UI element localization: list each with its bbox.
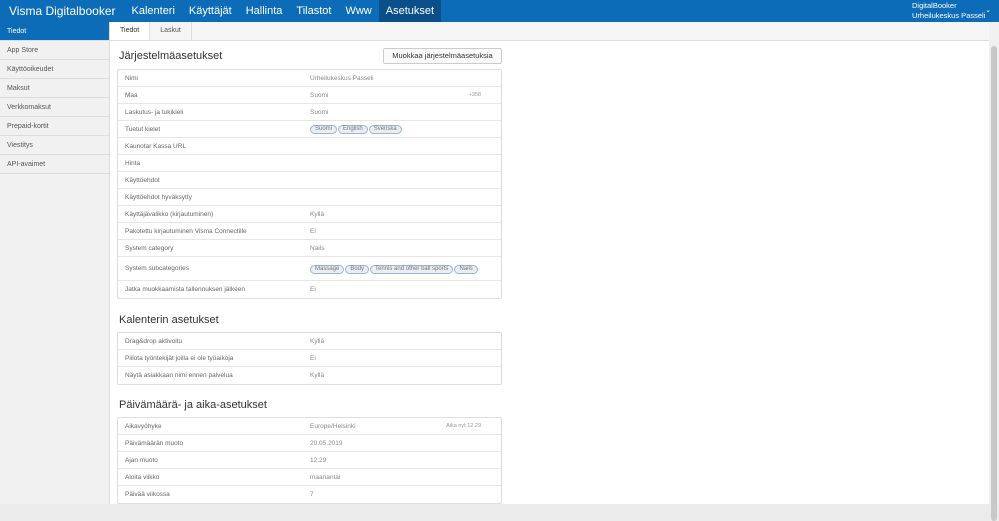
setting-row: System subcategories Massage Body Tennis an…: [118, 257, 501, 281]
setting-label: Käyttöehdot: [125, 176, 160, 184]
tag-chip: Tennis and other ball sports: [370, 264, 454, 274]
setting-value: Urheilukeskus Passeli: [310, 74, 374, 82]
setting-label: Päivämäärän muoto: [125, 439, 184, 447]
setting-extra: Aika nyt 12.29: [446, 423, 481, 429]
setting-label: Maa: [125, 91, 138, 99]
setting-row: Aloita viikko maanantai: [118, 469, 501, 486]
tag-chip: Body: [345, 264, 370, 274]
setting-row: Laskutus- ja tukikieli Suomi: [118, 104, 501, 121]
setting-row: Jatka muokkaamista tallennuksen jälkeen E…: [118, 281, 501, 298]
tag-chip: Svenska: [368, 125, 402, 134]
sidebar-item-api-avaimet[interactable]: API-avaimet: [0, 155, 109, 174]
setting-row: Aikavyöhyke Europe/Helsinki Aika nyt 12.29: [118, 418, 501, 435]
setting-label: System category: [125, 244, 174, 252]
setting-label: Laskutus- ja tukikieli: [125, 108, 184, 116]
calendar-settings-panel: Drag&drop aktivoitu Kyllä Piilota työnteki…: [117, 332, 502, 385]
datetime-settings-panel: Aikavyöhyke Europe/Helsinki Aika nyt 12.29…: [117, 417, 502, 504]
setting-label: Hinta: [125, 159, 141, 167]
tag-chip: English: [338, 125, 368, 134]
chevron-down-icon: ⌄: [985, 7, 991, 14]
setting-value: Kyllä: [310, 337, 325, 345]
setting-row: Nimi Urheilukeskus Passeli: [118, 70, 501, 87]
setting-value: 12.29: [310, 456, 327, 464]
setting-label: Piilota työntekijät joilla ei ole työaik…: [125, 354, 234, 362]
nav-kayttajat[interactable]: Käyttäjät: [182, 0, 239, 22]
setting-row: Hinta: [118, 155, 501, 172]
setting-label: Päivää viikossa: [125, 491, 170, 498]
scrollbar-thumb[interactable]: [991, 46, 997, 521]
setting-row: Näytä asiakkaan nimi ennen palvelua Kyllä: [118, 367, 501, 384]
scrollbar[interactable]: [989, 22, 999, 521]
setting-extra: +358: [468, 92, 481, 98]
setting-label: Käyttöehdot hyväksytty: [125, 193, 192, 201]
setting-value: Ei: [310, 227, 316, 235]
system-settings-panel: Nimi Urheilukeskus Passeli Maa Suomi +358 Las…: [117, 69, 502, 299]
sidebar-item-verkkomaksut[interactable]: Verkkomaksut: [0, 98, 109, 117]
nav-hallinta[interactable]: Hallinta: [239, 0, 290, 22]
sidebar-item-app-store[interactable]: App Store: [0, 41, 109, 60]
setting-value: Kyllä: [310, 210, 325, 218]
setting-row: Päivää viikossa 7: [118, 486, 501, 503]
setting-label: Näytä asiakkaan nimi ennen palvelua: [125, 372, 233, 379]
tag-chip: Suomi: [310, 125, 338, 134]
setting-label: Pakotettu kirjautuminen Visma Connectill…: [125, 227, 247, 235]
sidebar-item-tiedot[interactable]: Tiedot: [0, 22, 109, 41]
calendar-settings-title: Kalenterin asetukset: [119, 314, 219, 326]
tab-laskut[interactable]: Laskut: [150, 22, 192, 40]
system-settings-title: Järjestelmäasetukset: [119, 50, 223, 62]
setting-value: 7: [310, 491, 314, 498]
tab-bar: Tiedot Laskut: [110, 22, 989, 41]
setting-row: Käyttöehdot hyväksytty: [118, 189, 501, 206]
sidebar-item-maksut[interactable]: Maksut: [0, 79, 109, 98]
setting-value: Ei: [310, 354, 316, 362]
tag-chip: Nails: [454, 264, 478, 274]
setting-value: Massage Body Tennis and other ball sports N…: [310, 264, 501, 274]
setting-label: Ajan muoto: [125, 456, 158, 464]
tag-chip: Massage: [310, 264, 345, 274]
setting-value: maanantai: [310, 473, 341, 481]
sidebar: Tiedot App Store Käyttöoikeudet Maksut V…: [0, 22, 110, 504]
setting-row: Käyttöehdot: [118, 172, 501, 189]
setting-label: System subcategories: [125, 265, 189, 272]
setting-label: Aloita viikko: [125, 473, 160, 481]
setting-row: Päivämäärän muoto 20.05.2019: [118, 435, 501, 452]
nav-asetukset[interactable]: Asetukset: [378, 0, 442, 22]
brand-logo[interactable]: Visma Digitalbooker: [0, 0, 125, 22]
sidebar-item-prepaid-kortit[interactable]: Prepaid-kortit: [0, 117, 109, 136]
tab-tiedot[interactable]: Tiedot: [110, 22, 151, 40]
user-menu[interactable]: DigitalBooker Urheilukeskus Passeli ⌄: [908, 0, 999, 22]
setting-label: Jatka muokkaamista tallennuksen jälkeen: [125, 286, 245, 293]
setting-value: Ei: [310, 286, 316, 293]
setting-row: Kaunotar Kassa URL: [118, 138, 501, 155]
setting-label: Tuetut kielet: [125, 125, 161, 133]
setting-row: Käyttäjävalikko (kirjautuminen) Kyllä: [118, 206, 501, 223]
sidebar-item-viestitys[interactable]: Viestitys: [0, 136, 109, 155]
sidebar-item-kayttooikeudet[interactable]: Käyttöoikeudet: [0, 60, 109, 79]
top-navigation: Visma Digitalbooker Kalenteri Käyttäjät …: [0, 0, 999, 22]
setting-row: Maa Suomi +358: [118, 87, 501, 104]
datetime-settings-title: Päivämäärä- ja aika-asetukset: [119, 399, 267, 411]
nav-kalenteri[interactable]: Kalenteri: [125, 0, 182, 22]
setting-row: Piilota työntekijät joilla ei ole työaik…: [118, 350, 501, 367]
nav-tilastot[interactable]: Tilastot: [289, 0, 338, 22]
setting-row: System category Nails: [118, 240, 501, 257]
setting-row: Tuetut kielet Suomi English Svenska: [118, 121, 501, 138]
setting-value: Suomi English Svenska: [310, 124, 501, 134]
setting-row: Drag&drop aktivoitu Kyllä: [118, 333, 501, 350]
setting-value: Suomi: [310, 108, 329, 116]
main-content: Järjestelmäasetukset Muokkaa järjestelmä…: [110, 41, 989, 504]
setting-row: Pakotettu kirjautuminen Visma Connectill…: [118, 223, 501, 240]
setting-value: Nails: [310, 244, 325, 252]
setting-value: Kyllä: [310, 372, 325, 379]
setting-label: Drag&drop aktivoitu: [125, 337, 183, 345]
setting-value: 20.05.2019: [310, 439, 343, 447]
nav-www[interactable]: Www: [338, 0, 378, 22]
setting-label: Kaunotar Kassa URL: [125, 142, 187, 150]
setting-label: Nimi: [125, 74, 138, 82]
setting-label: Aikavyöhyke: [125, 422, 162, 430]
setting-label: Käyttäjävalikko (kirjautuminen): [125, 210, 214, 218]
setting-row: Ajan muoto 12.29: [118, 452, 501, 469]
edit-system-settings-button[interactable]: Muokkaa järjestelmäasetuksia: [383, 48, 502, 64]
